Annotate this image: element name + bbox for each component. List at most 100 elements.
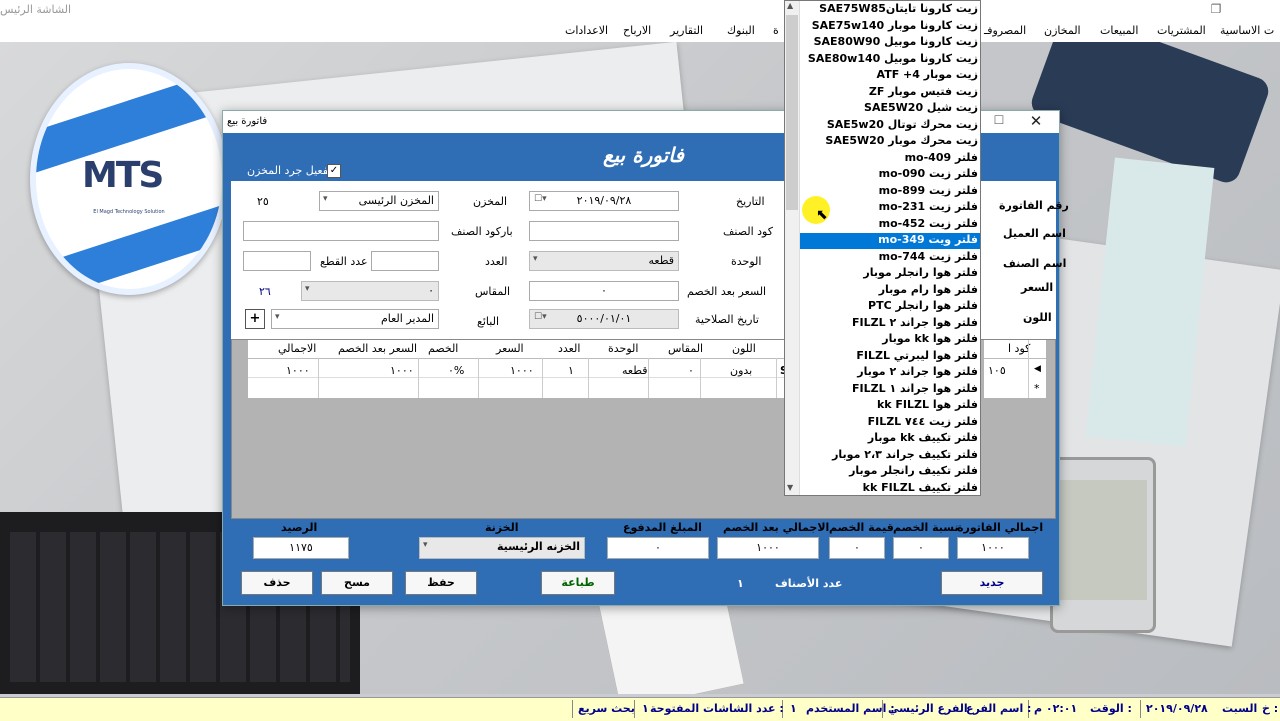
menu-basics[interactable]: ت الاساسية: [1220, 24, 1274, 37]
unit-value: قطعه: [648, 254, 675, 267]
dropdown-item[interactable]: فلتر زيت mo-899: [800, 184, 980, 200]
date-label: التاريخ: [736, 195, 765, 208]
dropdown-item[interactable]: زيت محرك توتال SAE5w20: [800, 118, 980, 134]
delete-button[interactable]: حذف: [241, 571, 313, 595]
dropdown-item[interactable]: زيت كارونا موبيل SAE80W90: [800, 35, 980, 51]
date-picker[interactable]: ▾☐ ٢٠١٩/٠٩/٢٨: [529, 191, 679, 211]
paid-label: المبلغ المدفوع: [623, 521, 702, 534]
barcode-input[interactable]: [243, 221, 439, 241]
dropdown-item[interactable]: فلتر زيت ٧٤٤ FILZL: [800, 415, 980, 431]
treasury-label: الخزنة: [485, 521, 519, 534]
dropdown-item[interactable]: فلتر تكييف kk موبار: [800, 431, 980, 447]
expiry-picker[interactable]: ▾☐ ٥٠٠٠/٠١/٠١: [529, 309, 679, 329]
scroll-thumb[interactable]: [786, 15, 798, 210]
menu-banks[interactable]: البنوك: [727, 24, 755, 37]
menu-sales[interactable]: المبيعات: [1100, 24, 1138, 37]
new-button[interactable]: جديد: [941, 571, 1043, 595]
dropdown-item[interactable]: فلتر تكييف جراند ٢،٣ موبار: [800, 448, 980, 464]
add-seller-button[interactable]: +: [245, 309, 265, 329]
maximize-icon[interactable]: ☐: [991, 113, 1007, 131]
menu-expenses[interactable]: المصروفـ: [984, 24, 1026, 37]
grid-cell-code-value[interactable]: ١٠٥: [988, 364, 1006, 377]
grid-cell-price-after[interactable]: ١٠٠٠: [390, 364, 414, 377]
grid-cell-price[interactable]: ١٠٠٠: [510, 364, 534, 377]
discount-value-input[interactable]: ٠: [829, 537, 885, 559]
price-after-discount-input[interactable]: ٠: [529, 281, 679, 301]
item-dropdown-list[interactable]: ▲ ▼ زيت كارونا تايتانSAE75W85 زيت كارونا …: [784, 0, 981, 496]
dropdown-item[interactable]: فلتر تكييف kk FILZL: [800, 481, 980, 497]
date-value: ٢٠١٩/٠٩/٢٨: [576, 194, 632, 207]
grid-header-price: السعر: [496, 342, 524, 355]
grid-cell-size[interactable]: ٠: [688, 364, 694, 377]
treasury-select[interactable]: ▾ الخزنه الرئيسية: [419, 537, 585, 559]
dropdown-item[interactable]: فلتر هوا kk FILZL: [800, 398, 980, 414]
dropdown-item[interactable]: فلتر تكييف رانجلر موبار: [800, 464, 980, 480]
restore-icon[interactable]: ❐: [1206, 2, 1226, 18]
seller-label: البائع: [477, 315, 499, 328]
item-name-label: اسم الصنف: [1003, 257, 1067, 270]
scroll-up-icon[interactable]: ▲: [787, 1, 793, 10]
print-button[interactable]: طباعة: [541, 571, 615, 595]
grid-cell-color[interactable]: بدون: [730, 364, 752, 377]
scroll-down-icon[interactable]: ▼: [787, 483, 793, 492]
dropdown-item[interactable]: زيت موبار ATF +4: [800, 68, 980, 84]
dropdown-item[interactable]: فلتر هوا جراند ٢ FILZL: [800, 316, 980, 332]
quick-search-link[interactable]: بحث سريع: [578, 702, 635, 715]
dropdown-item[interactable]: فلتر ويت mo-349: [800, 233, 980, 249]
dropdown-item[interactable]: فلتر هوا رانجلر PTC: [800, 299, 980, 315]
dialog-title: فاتورة بيع: [227, 116, 268, 127]
dropdown-item[interactable]: فلتر هوا رانجلر موبار: [800, 266, 980, 282]
discount-pct-label: نسبة الخصم: [893, 521, 959, 534]
dropdown-item[interactable]: زيت محرك موبار SAE5W20: [800, 134, 980, 150]
dropdown-item[interactable]: زيت فتيس موبار ZF: [800, 85, 980, 101]
grid-cell-discount[interactable]: ٠%: [448, 364, 464, 377]
status-time: ٠٢:٠١ م: [1034, 702, 1078, 715]
count-input[interactable]: [371, 251, 439, 271]
dropdown-item[interactable]: فلتر هوا ليبرتي FILZL: [800, 349, 980, 365]
main-titlebar: الشاشة الرئيس ❐: [0, 0, 1280, 21]
close-icon[interactable]: ✕: [1023, 112, 1049, 132]
status-user-label: اسم المستخدم :: [806, 702, 895, 715]
size-select[interactable]: ▾ ٠: [301, 281, 439, 301]
dropdown-item[interactable]: زيت شيل SAE5W20: [800, 101, 980, 117]
dropdown-item[interactable]: فلتر زيت mo-090: [800, 167, 980, 183]
grid-header-unit: الوحدة: [608, 342, 639, 355]
total-after-discount-value: ١٠٠٠: [717, 537, 819, 559]
menu-profits[interactable]: الارباح: [623, 24, 651, 37]
dropdown-item[interactable]: فلتر هوا رام موبار: [800, 283, 980, 299]
dropdown-item[interactable]: فلتر هوا جراند ١ FILZL: [800, 382, 980, 398]
item-code-input[interactable]: [529, 221, 679, 241]
status-date: ٢٠١٩/٠٩/٢٨: [1146, 702, 1208, 715]
store-select[interactable]: ▾ المخزن الرئيسى: [319, 191, 439, 211]
grid-cell-count[interactable]: ١: [568, 364, 574, 377]
menu-treasury[interactable]: ة: [773, 24, 779, 37]
store-qty: ٢٥: [257, 195, 269, 208]
stock-checkbox[interactable]: ✓: [327, 164, 341, 178]
menu-settings[interactable]: الاعدادات: [565, 24, 608, 37]
stock-checkbox-label: تفعيل جرد المخزن: [247, 164, 332, 177]
background-clock: [1050, 457, 1156, 633]
paid-input[interactable]: ٠: [607, 537, 709, 559]
dropdown-item[interactable]: زيت كارونا موبار SAE75w140: [800, 19, 980, 35]
menu-reports[interactable]: التقارير: [670, 24, 703, 37]
unit-select[interactable]: ▾ قطعه: [529, 251, 679, 271]
grid-cell-total[interactable]: ١٠٠٠: [286, 364, 310, 377]
dropdown-item[interactable]: فلتر هوا جراند ٢ موبار: [800, 365, 980, 381]
company-logo: MTS El Magd Technology Solution: [30, 63, 228, 295]
menu-stores[interactable]: المخازن: [1044, 24, 1081, 37]
dropdown-item[interactable]: فلتر هوا kk موبار: [800, 332, 980, 348]
pieces-count-input[interactable]: [243, 251, 311, 271]
expiry-label: تاريخ الصلاحية: [695, 313, 759, 326]
dropdown-scrollbar[interactable]: ▲ ▼: [785, 1, 800, 495]
dropdown-item[interactable]: فلتر mo-409: [800, 151, 980, 167]
discount-pct-input[interactable]: ٠: [893, 537, 949, 559]
status-day: السبت: [1222, 702, 1258, 715]
menu-purchases[interactable]: المشتريات: [1157, 24, 1206, 37]
dropdown-item[interactable]: فلتر زيت mo-744: [800, 250, 980, 266]
grid-cell-unit[interactable]: قطعه: [622, 364, 648, 377]
dropdown-item[interactable]: زيت كارونا موبيل SAE80w140: [800, 52, 980, 68]
seller-select[interactable]: ▾ المدير العام: [271, 309, 439, 329]
save-button[interactable]: حفظ: [405, 571, 477, 595]
dropdown-item[interactable]: زيت كارونا تايتانSAE75W85: [800, 2, 980, 18]
clear-button[interactable]: مسح: [321, 571, 393, 595]
